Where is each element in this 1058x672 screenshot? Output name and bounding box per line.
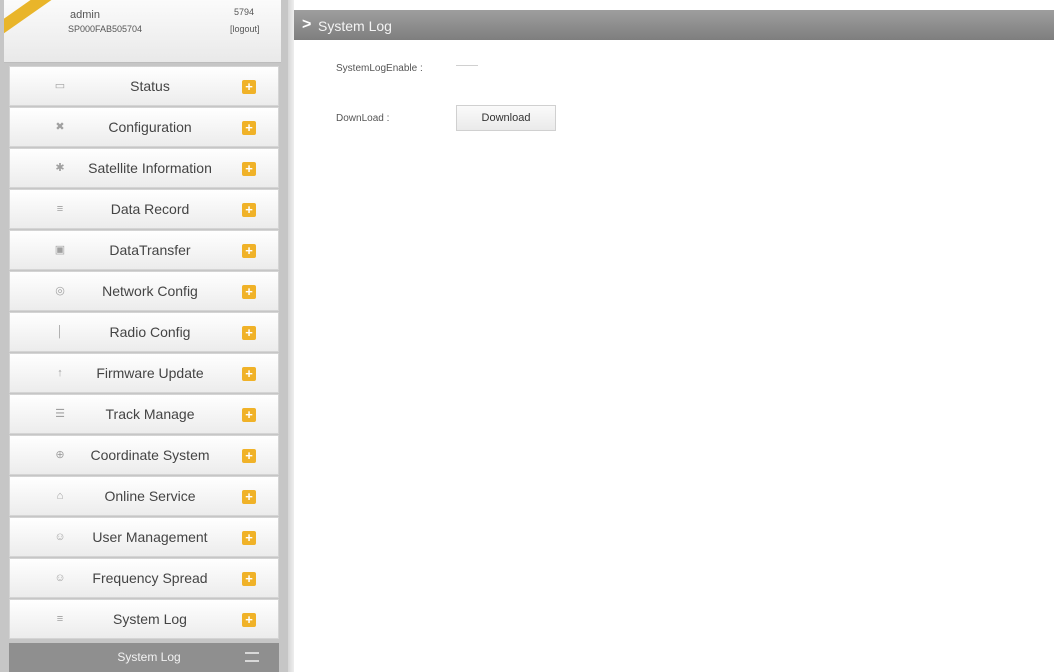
menu-item-radio-config[interactable]: │ Radio Config + <box>9 312 279 352</box>
expand-plus-icon[interactable]: + <box>242 408 256 422</box>
menu-item-label: User Management <box>92 529 208 545</box>
submenu-item-label: System Log <box>117 650 181 664</box>
expand-plus-icon[interactable]: + <box>242 285 256 299</box>
device-serial: SP000FAB505704 <box>68 24 143 34</box>
username: admin <box>70 9 100 21</box>
main-content: > System Log SystemLogEnable : DownLoad … <box>294 0 1058 672</box>
menu-item-label: Firmware Update <box>96 365 204 381</box>
expand-plus-icon[interactable]: + <box>242 162 256 176</box>
submenu-item-system-log[interactable]: System Log <box>9 643 279 672</box>
menu-item-data-record[interactable]: ≡ Data Record + <box>9 189 279 229</box>
expand-plus-icon[interactable]: + <box>242 449 256 463</box>
menu-item-frequency-spread[interactable]: ☺ Frequency Spread + <box>9 558 279 598</box>
expand-plus-icon[interactable]: + <box>242 203 256 217</box>
menu-item-label: Network Config <box>102 283 198 299</box>
menu-item-label: Coordinate System <box>90 447 210 463</box>
menu-item-label: Satellite Information <box>88 160 212 176</box>
content-header: > System Log <box>294 10 1054 40</box>
menu-item-label: Status <box>130 78 170 94</box>
menu-item-label: DataTransfer <box>109 242 191 258</box>
user-panel: admin SP000FAB505704 5794 [logout] <box>4 0 281 63</box>
menu-item-configuration[interactable]: ✖ Configuration + <box>9 107 279 147</box>
menu-item-status[interactable]: ▭ Status + <box>9 66 279 106</box>
system-log-enable-value[interactable] <box>456 55 478 66</box>
menu-item-coordinate-system[interactable]: ⊕ Coordinate System + <box>9 435 279 475</box>
menu-item-user-management[interactable]: ☺ User Management + <box>9 517 279 557</box>
menu-item-label: Frequency Spread <box>92 570 208 586</box>
download-button[interactable]: Download <box>456 105 556 131</box>
menu-item-satellite-information[interactable]: ✱ Satellite Information + <box>9 148 279 188</box>
system-log-enable-label: SystemLogEnable : <box>336 63 423 74</box>
expand-plus-icon[interactable]: + <box>242 572 256 586</box>
download-label: DownLoad : <box>336 113 390 124</box>
menu-item-firmware-update[interactable]: ↑ Firmware Update + <box>9 353 279 393</box>
menu-item-label: Track Manage <box>105 406 195 422</box>
list-icon <box>245 652 259 662</box>
expand-plus-icon[interactable]: + <box>242 121 256 135</box>
menu-item-datatransfer[interactable]: ▣ DataTransfer + <box>9 230 279 270</box>
expand-plus-icon[interactable]: + <box>242 80 256 94</box>
menu-item-online-service[interactable]: ⌂ Online Service + <box>9 476 279 516</box>
expand-plus-icon[interactable]: + <box>242 367 256 381</box>
page-title: System Log <box>318 18 392 34</box>
expand-plus-icon[interactable]: + <box>242 531 256 545</box>
chevron-right-icon: > <box>302 16 312 33</box>
menu-item-network-config[interactable]: ◎ Network Config + <box>9 271 279 311</box>
logout-link[interactable]: [logout] <box>230 24 260 34</box>
main-menu: ▭ Status + ✖ Configuration + ✱ Satellite… <box>9 66 279 640</box>
menu-item-label: Configuration <box>108 119 192 135</box>
expand-plus-icon[interactable]: + <box>242 613 256 627</box>
menu-item-label: Radio Config <box>109 324 191 340</box>
menu-item-label: System Log <box>113 611 187 627</box>
menu-item-system-log[interactable]: ≡ System Log + <box>9 599 279 639</box>
expand-plus-icon[interactable]: + <box>242 326 256 340</box>
device-id: 5794 <box>234 7 255 17</box>
menu-item-label: Online Service <box>104 488 196 504</box>
expand-plus-icon[interactable]: + <box>242 244 256 258</box>
menu-item-label: Data Record <box>110 201 190 217</box>
expand-plus-icon[interactable]: + <box>242 490 256 504</box>
ribbon-decoration <box>4 0 54 39</box>
menu-item-track-manage[interactable]: ☰ Track Manage + <box>9 394 279 434</box>
sidebar: admin SP000FAB505704 5794 [logout] ▭ Sta… <box>0 0 288 672</box>
